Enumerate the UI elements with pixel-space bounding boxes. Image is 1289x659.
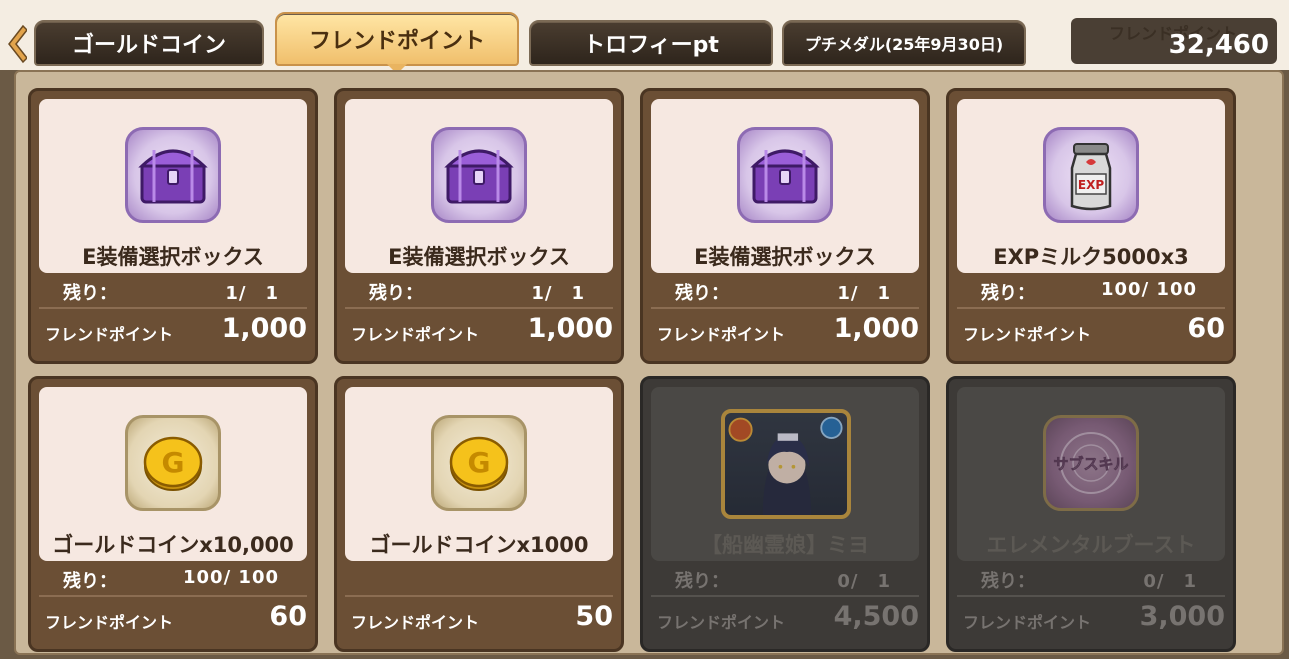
item-display: E装備選択ボックス xyxy=(651,99,919,273)
item-name: ゴールドコインx1000 xyxy=(369,533,589,557)
stock-value: 1/ 1 xyxy=(531,283,585,304)
stock-label: 残り： xyxy=(63,283,117,304)
stock-value: 100/ 100 xyxy=(183,567,279,588)
price-value: 60 xyxy=(1187,313,1225,344)
item-name: E装備選択ボックス xyxy=(388,245,570,269)
stock-row xyxy=(345,565,613,593)
svg-text:G: G xyxy=(162,446,185,479)
shop-item-card[interactable]: G ゴールドコインx10,000 残り： 100/ 100 フレンドポイント 60 xyxy=(28,376,318,652)
shop-item-card[interactable]: EXP EXPミルク5000x3 残り： 100/ 100 フレンドポイント 60 xyxy=(946,88,1236,364)
sub-skill-icon: サブスキル xyxy=(1043,415,1139,511)
item-name: EXPミルク5000x3 xyxy=(993,245,1189,269)
stock-row: 残り： 1/ 1 xyxy=(651,277,919,305)
stock-row: 残り： 0/ 1 xyxy=(957,565,1225,593)
item-display: EXP EXPミルク5000x3 xyxy=(957,99,1225,273)
stock-row: 残り： 0/ 1 xyxy=(651,565,919,593)
price-label: フレンドポイント xyxy=(45,325,174,344)
gold-coin-icon: G xyxy=(125,415,221,511)
divider xyxy=(345,595,613,597)
stock-label: 残り： xyxy=(369,283,423,304)
price-value: 4,500 xyxy=(833,601,919,632)
shop-item-card[interactable]: E装備選択ボックス 残り： 1/ 1 フレンドポイント 1,000 xyxy=(28,88,318,364)
top-bar: ゴールドコイン フレンドポイント トロフィーpt プチメダル(25年9月30日)… xyxy=(0,0,1289,74)
item-name: ゴールドコインx10,000 xyxy=(52,533,294,557)
item-display: G ゴールドコインx1000 xyxy=(345,387,613,561)
price-value: 3,000 xyxy=(1139,601,1225,632)
price-label: フレンドポイント xyxy=(351,325,480,344)
stock-label: 残り： xyxy=(981,571,1035,592)
divider xyxy=(957,595,1225,597)
price-value: 1,000 xyxy=(527,313,613,344)
item-name: E装備選択ボックス xyxy=(694,245,876,269)
divider xyxy=(345,307,613,309)
stock-label: 残り： xyxy=(981,283,1035,304)
price-row: フレンドポイント 3,000 xyxy=(957,599,1225,639)
price-row: フレンドポイント 4,500 xyxy=(651,599,919,639)
stock-value: 0/ 1 xyxy=(837,571,891,592)
stock-row: 残り： 1/ 1 xyxy=(345,277,613,305)
svg-text:EXP: EXP xyxy=(1078,178,1104,192)
stock-value: 1/ 1 xyxy=(225,283,279,304)
price-label: フレンドポイント xyxy=(657,325,786,344)
treasure-chest-icon xyxy=(431,127,527,223)
stock-row: 残り： 100/ 100 xyxy=(39,565,307,593)
price-row: フレンドポイント 60 xyxy=(39,599,307,639)
stock-label: 残り： xyxy=(675,283,729,304)
stock-label: 残り： xyxy=(63,571,117,592)
gold-coin-icon: G xyxy=(431,415,527,511)
item-name: E装備選択ボックス xyxy=(82,245,264,269)
divider xyxy=(39,307,307,309)
price-label: フレンドポイント xyxy=(963,613,1092,632)
exp-milk-can-icon: EXP xyxy=(1043,127,1139,223)
item-name: 【船幽霊娘】ミヨ xyxy=(701,533,869,557)
item-display: E装備選択ボックス xyxy=(345,99,613,273)
stock-row: 残り： 1/ 1 xyxy=(39,277,307,305)
chevron-left-icon xyxy=(8,24,27,64)
divider xyxy=(39,595,307,597)
item-display: サブスキル エレメンタルブースト xyxy=(957,387,1225,561)
divider xyxy=(651,307,919,309)
stock-value: 0/ 1 xyxy=(1143,571,1197,592)
tab-trophy-pt[interactable]: トロフィーpt xyxy=(529,20,773,66)
stock-row: 残り： 100/ 100 xyxy=(957,277,1225,305)
tab-friend-point[interactable]: フレンドポイント xyxy=(275,12,519,74)
price-label: フレンドポイント xyxy=(657,613,786,632)
shop-item-card[interactable]: E装備選択ボックス 残り： 1/ 1 フレンドポイント 1,000 xyxy=(334,88,624,364)
price-value: 60 xyxy=(269,601,307,632)
item-display: G ゴールドコインx10,000 xyxy=(39,387,307,561)
back-button[interactable] xyxy=(2,22,30,66)
character-portrait-icon xyxy=(721,409,851,519)
price-row: フレンドポイント 1,000 xyxy=(345,311,613,351)
price-row: フレンドポイント 50 xyxy=(345,599,613,639)
balance-value: 32,460 xyxy=(1168,30,1269,60)
stock-value: 100/ 100 xyxy=(1101,279,1197,300)
shop-item-card[interactable]: E装備選択ボックス 残り： 1/ 1 フレンドポイント 1,000 xyxy=(640,88,930,364)
tab-gold-coin[interactable]: ゴールドコイン xyxy=(34,20,264,66)
divider xyxy=(651,595,919,597)
price-value: 50 xyxy=(575,601,613,632)
shop-item-card[interactable]: G ゴールドコインx1000 フレンドポイント 50 xyxy=(334,376,624,652)
divider xyxy=(957,307,1225,309)
item-display: 【船幽霊娘】ミヨ xyxy=(651,387,919,561)
shop-item-card-soldout: サブスキル エレメンタルブースト 残り： 0/ 1 フレンドポイント 3,000 xyxy=(946,376,1236,652)
item-name: エレメンタルブースト xyxy=(986,533,1196,557)
svg-text:サブスキル: サブスキル xyxy=(1053,455,1128,473)
price-label: フレンドポイント xyxy=(351,613,480,632)
tab-petit-medal[interactable]: プチメダル(25年9月30日) xyxy=(782,20,1026,66)
price-label: フレンドポイント xyxy=(45,613,174,632)
svg-text:G: G xyxy=(468,446,491,479)
stock-value: 1/ 1 xyxy=(837,283,891,304)
stock-label: 残り： xyxy=(675,571,729,592)
price-value: 1,000 xyxy=(221,313,307,344)
price-row: フレンドポイント 60 xyxy=(957,311,1225,351)
treasure-chest-icon xyxy=(737,127,833,223)
shop-item-card-soldout: 【船幽霊娘】ミヨ 残り： 0/ 1 フレンドポイント 4,500 xyxy=(640,376,930,652)
item-display: E装備選択ボックス xyxy=(39,99,307,273)
price-value: 1,000 xyxy=(833,313,919,344)
treasure-chest-icon xyxy=(125,127,221,223)
price-row: フレンドポイント 1,000 xyxy=(651,311,919,351)
price-row: フレンドポイント 1,000 xyxy=(39,311,307,351)
friend-point-balance: フレンドポイント 32,460 xyxy=(1071,18,1277,64)
price-label: フレンドポイント xyxy=(963,325,1092,344)
